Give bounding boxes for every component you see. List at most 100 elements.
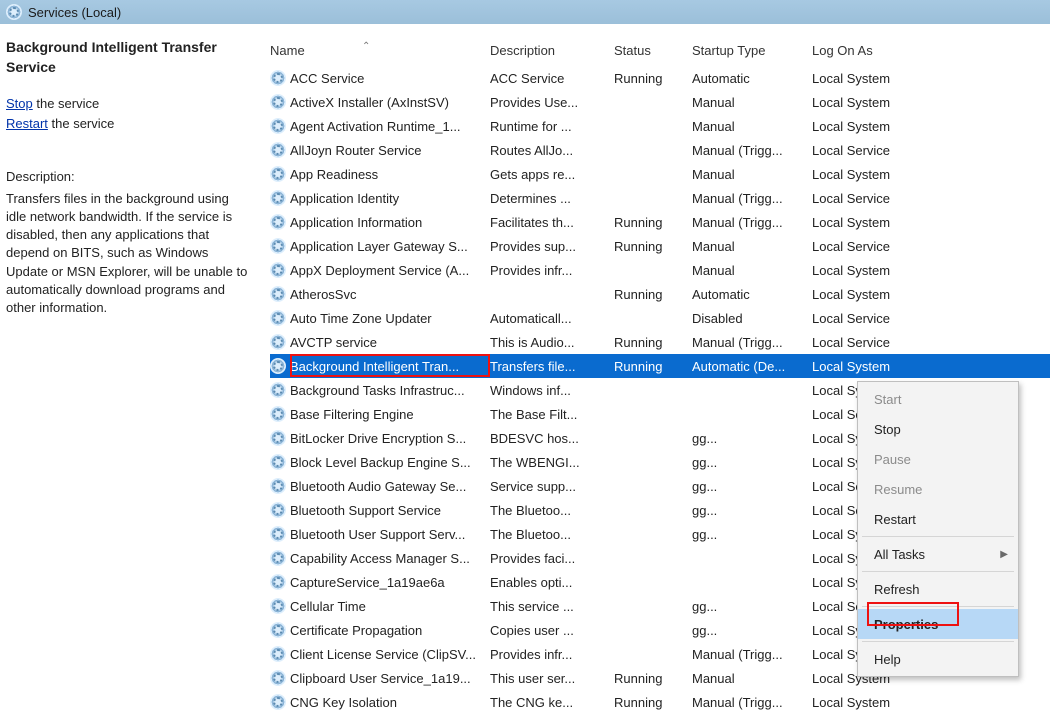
- service-status: Running: [614, 239, 692, 254]
- service-name: AtherosSvc: [290, 287, 356, 302]
- col-startup[interactable]: Startup Type: [692, 43, 812, 58]
- ctx-all-tasks[interactable]: All Tasks▶: [858, 539, 1018, 569]
- service-row[interactable]: Application InformationFacilitates th...…: [270, 210, 1050, 234]
- service-name: Auto Time Zone Updater: [290, 311, 432, 326]
- ctx-refresh[interactable]: Refresh: [858, 574, 1018, 604]
- ctx-separator: [862, 571, 1014, 572]
- service-description: Windows inf...: [490, 383, 614, 398]
- service-name: Background Intelligent Tran...: [290, 359, 459, 374]
- service-logon: Local System: [812, 215, 932, 230]
- service-startup: Manual: [692, 263, 812, 278]
- service-logon: Local System: [812, 119, 932, 134]
- col-name[interactable]: Name⌃: [270, 43, 490, 58]
- service-row[interactable]: AppX Deployment Service (A... Provides in…: [270, 258, 1050, 282]
- service-row[interactable]: Background Intelligent Tran...Transfers …: [270, 354, 1050, 378]
- service-startup: gg...: [692, 599, 812, 614]
- service-gear-icon: [270, 622, 286, 638]
- service-name: Bluetooth User Support Serv...: [290, 527, 465, 542]
- service-startup: Manual: [692, 95, 812, 110]
- service-status: Running: [614, 359, 692, 374]
- service-row[interactable]: AllJoyn Router ServiceRoutes AllJo...Man…: [270, 138, 1050, 162]
- service-row[interactable]: Application IdentityDetermines ...Manual…: [270, 186, 1050, 210]
- service-name: Background Tasks Infrastruc...: [290, 383, 465, 398]
- service-logon: Local System: [812, 167, 932, 182]
- service-gear-icon: [270, 406, 286, 422]
- service-name: Block Level Backup Engine S...: [290, 455, 471, 470]
- ctx-start[interactable]: Start: [858, 384, 1018, 414]
- service-description: Routes AllJo...: [490, 143, 614, 158]
- service-name: Certificate Propagation: [290, 623, 422, 638]
- column-headers: Name⌃ Description Status Startup Type Lo…: [260, 38, 1050, 62]
- ctx-separator: [862, 606, 1014, 607]
- service-gear-icon: [270, 190, 286, 206]
- stop-service-link[interactable]: Stop: [6, 96, 33, 111]
- ctx-stop[interactable]: Stop: [858, 414, 1018, 444]
- service-name: AllJoyn Router Service: [290, 143, 422, 158]
- service-startup: Disabled: [692, 311, 812, 326]
- service-gear-icon: [270, 118, 286, 134]
- service-startup: Manual (Trigg...: [692, 695, 812, 710]
- service-startup: gg...: [692, 431, 812, 446]
- service-gear-icon: [270, 94, 286, 110]
- ctx-resume[interactable]: Resume: [858, 474, 1018, 504]
- service-description: The Bluetoo...: [490, 503, 614, 518]
- service-row[interactable]: App ReadinessGets apps re...ManualLocal …: [270, 162, 1050, 186]
- window-title: Services (Local): [28, 5, 121, 20]
- service-name: ActiveX Installer (AxInstSV): [290, 95, 449, 110]
- service-gear-icon: [270, 478, 286, 494]
- service-description: The CNG ke...: [490, 695, 614, 710]
- service-description: Enables opti...: [490, 575, 614, 590]
- details-pane: Background Intelligent Transfer Service …: [0, 24, 260, 707]
- service-description: This user ser...: [490, 671, 614, 686]
- service-row[interactable]: Application Layer Gateway S...Provides s…: [270, 234, 1050, 258]
- service-description: Provides infr...: [490, 263, 614, 278]
- ctx-properties[interactable]: Properties: [858, 609, 1018, 639]
- main-container: Background Intelligent Transfer Service …: [0, 24, 1050, 707]
- restart-service-link[interactable]: Restart: [6, 116, 48, 131]
- ctx-help[interactable]: Help: [858, 644, 1018, 674]
- service-startup: gg...: [692, 623, 812, 638]
- service-startup: gg...: [692, 455, 812, 470]
- stop-line: Stop the service: [6, 95, 248, 113]
- service-name: AppX Deployment Service (A...: [290, 263, 469, 278]
- service-row[interactable]: AtherosSvcRunningAutomaticLocal System: [270, 282, 1050, 306]
- service-row[interactable]: Auto Time Zone Updater Automaticall... Dis…: [270, 306, 1050, 330]
- service-row[interactable]: ACC ServiceACC ServiceRunningAutomaticLo…: [270, 66, 1050, 90]
- service-status: Running: [614, 335, 692, 350]
- service-description: Automaticall...: [490, 311, 614, 326]
- service-startup: Automatic (De...: [692, 359, 812, 374]
- service-status: Running: [614, 671, 692, 686]
- service-name: Application Identity: [290, 191, 399, 206]
- service-name: BitLocker Drive Encryption S...: [290, 431, 466, 446]
- service-row[interactable]: ActiveX Installer (AxInstSV) Provides Use…: [270, 90, 1050, 114]
- restart-after: the service: [48, 116, 114, 131]
- ctx-restart[interactable]: Restart: [858, 504, 1018, 534]
- service-status: Running: [614, 71, 692, 86]
- service-name: Application Information: [290, 215, 422, 230]
- service-row[interactable]: Agent Activation Runtime_1...Runtime for…: [270, 114, 1050, 138]
- service-gear-icon: [270, 358, 286, 374]
- col-status[interactable]: Status: [614, 43, 692, 58]
- service-description: Gets apps re...: [490, 167, 614, 182]
- service-row[interactable]: CNG Key IsolationThe CNG ke...RunningMan…: [270, 690, 1050, 714]
- service-logon: Local Service: [812, 335, 932, 350]
- service-startup: Manual: [692, 119, 812, 134]
- service-logon: Local System: [812, 695, 932, 710]
- service-name: ACC Service: [290, 71, 364, 86]
- col-description[interactable]: Description: [490, 43, 614, 58]
- selected-service-heading: Background Intelligent Transfer Service: [6, 38, 248, 77]
- service-gear-icon: [270, 670, 286, 686]
- service-description: Copies user ...: [490, 623, 614, 638]
- service-name: CNG Key Isolation: [290, 695, 397, 710]
- service-gear-icon: [270, 526, 286, 542]
- col-logon[interactable]: Log On As: [812, 43, 932, 58]
- service-row[interactable]: AVCTP serviceThis is Audio...RunningManu…: [270, 330, 1050, 354]
- sort-asc-icon: ⌃: [362, 41, 370, 52]
- service-gear-icon: [270, 598, 286, 614]
- service-description: ACC Service: [490, 71, 614, 86]
- service-description: Provides Use...: [490, 95, 614, 110]
- service-description: Runtime for ...: [490, 119, 614, 134]
- ctx-pause[interactable]: Pause: [858, 444, 1018, 474]
- service-startup: Manual (Trigg...: [692, 647, 812, 662]
- title-bar: Services (Local): [0, 0, 1050, 24]
